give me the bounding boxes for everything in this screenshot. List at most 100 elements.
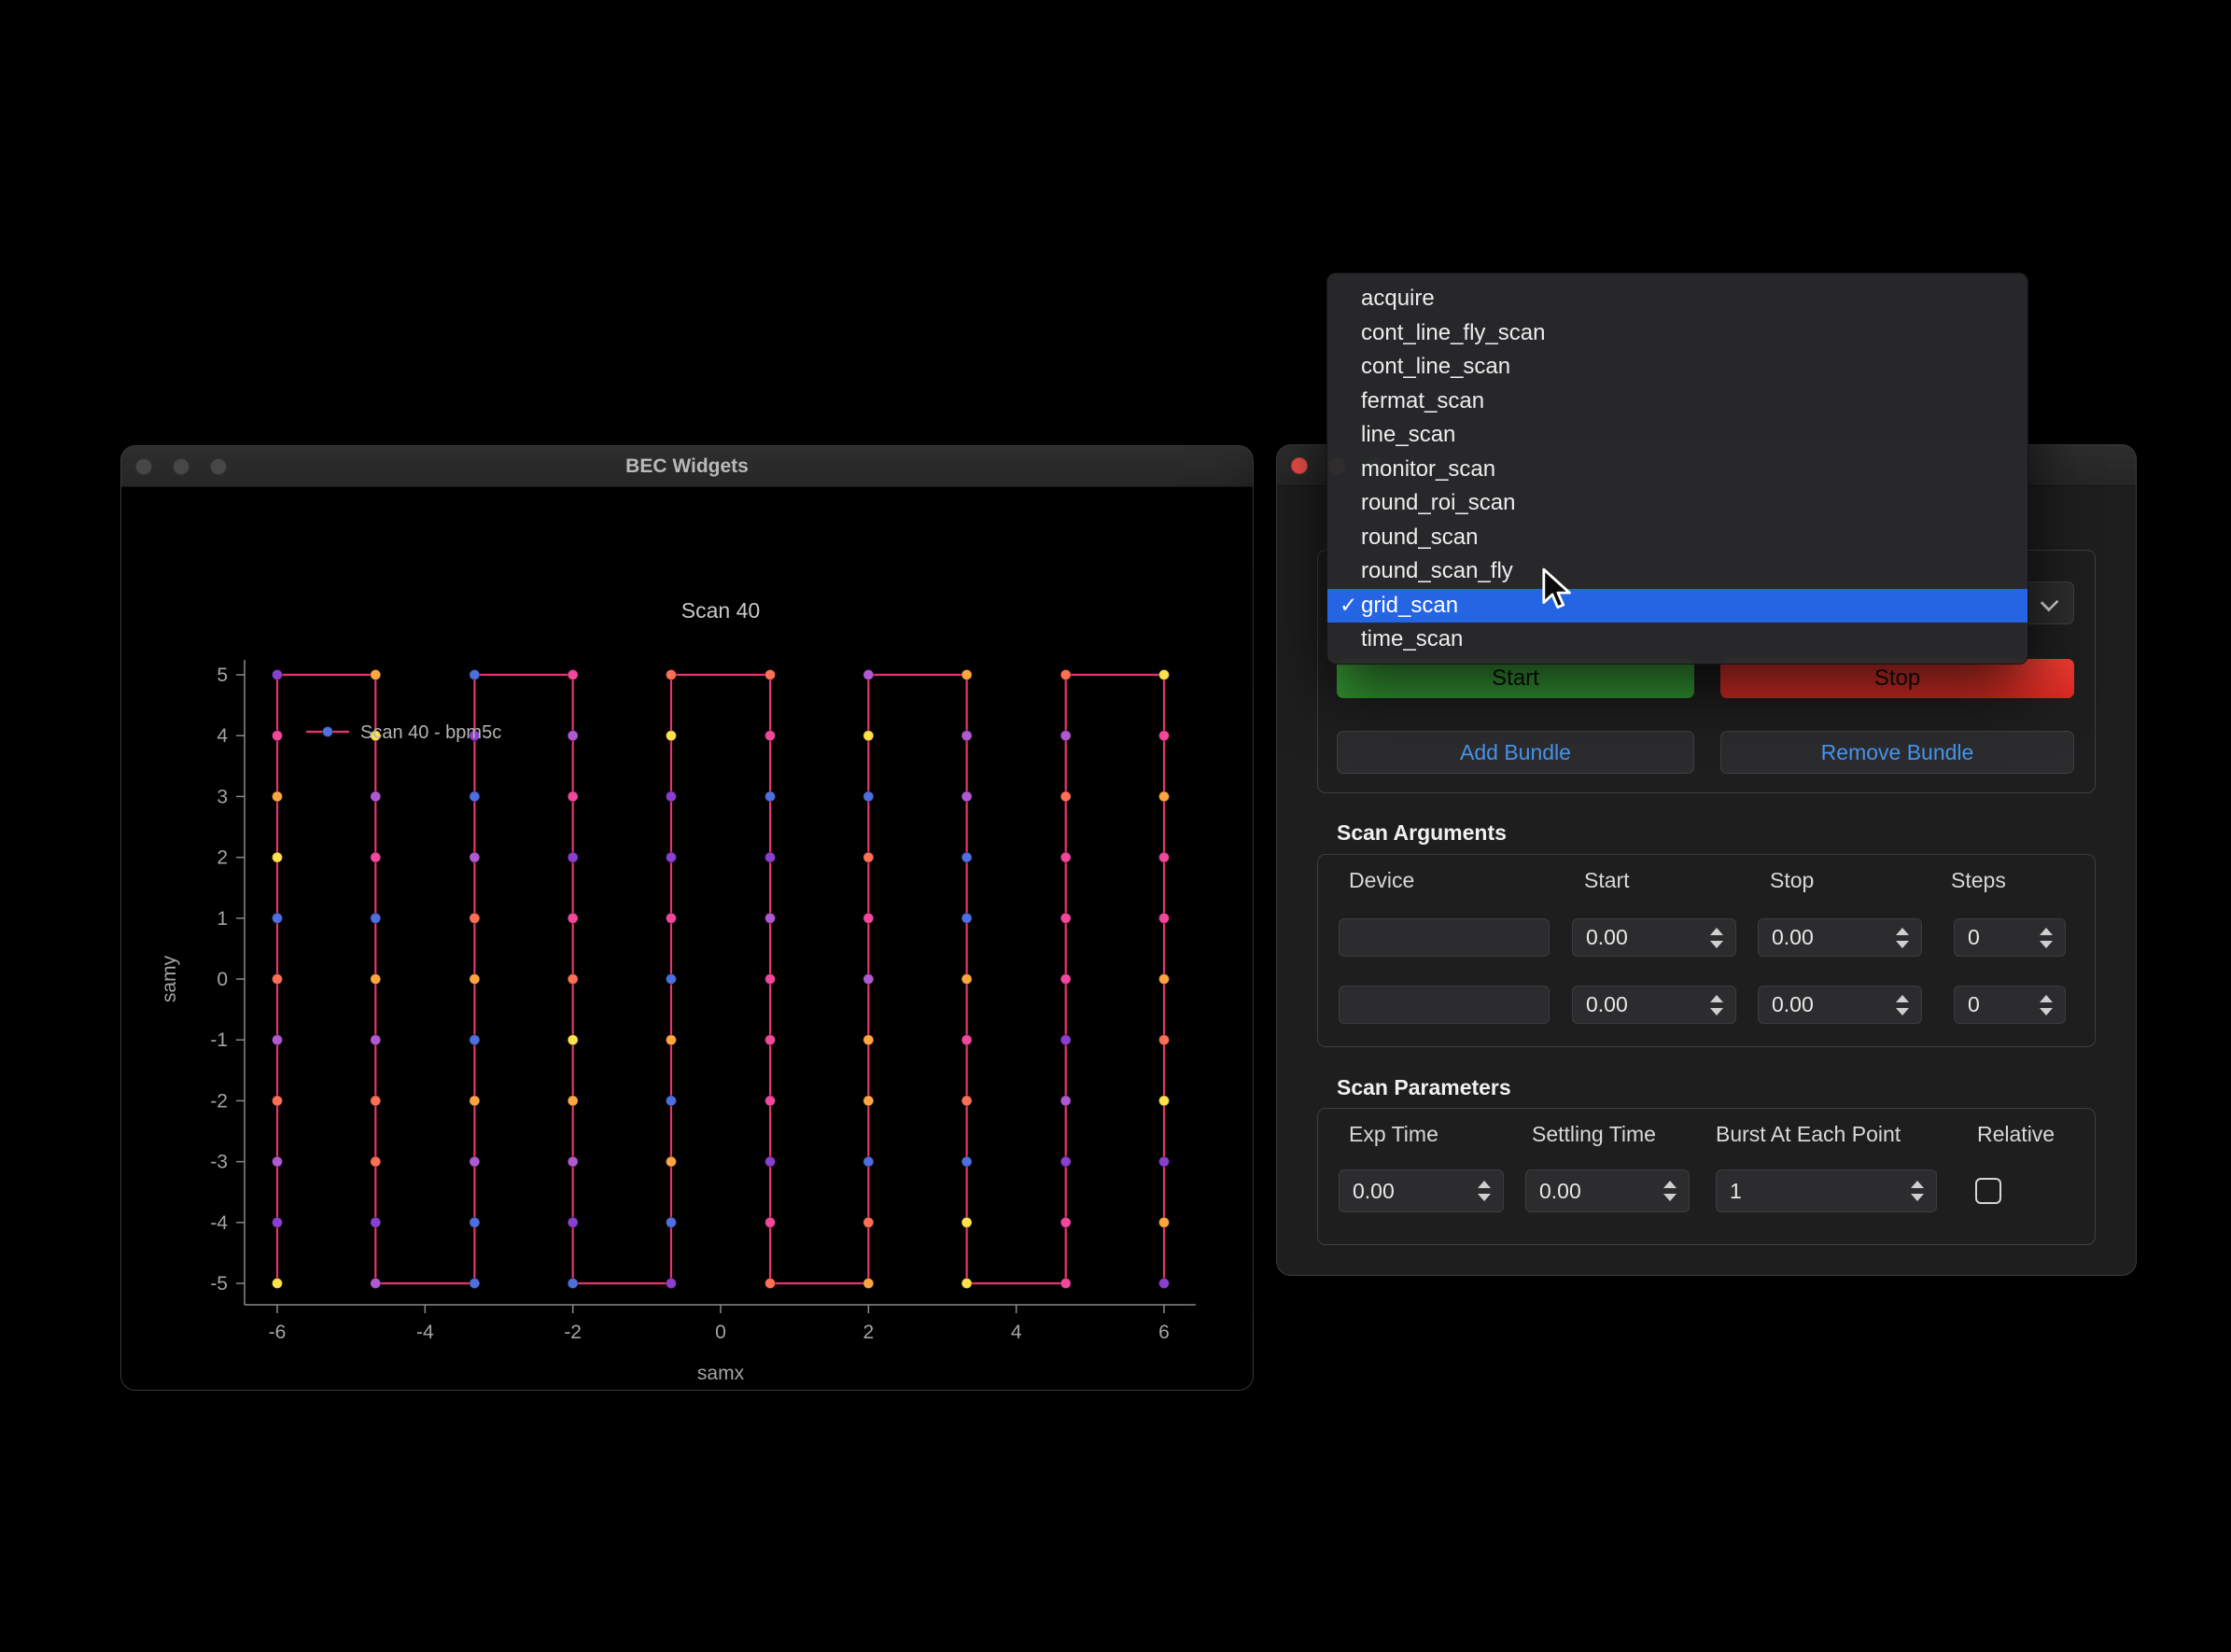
scan-plot[interactable]: 543210-1-2-3-4-5-6-4-20246Scan 40samxsam… [121,487,1253,1390]
header-exp-time: Exp Time [1349,1122,1438,1147]
menu-item-round_scan_fly[interactable]: round_scan_fly [1327,554,2028,589]
remove-bundle-label: Remove Bundle [1821,740,1974,765]
svg-text:0: 0 [715,1322,726,1343]
menu-item-label: cont_line_fly_scan [1361,320,1545,346]
close-button[interactable] [1291,457,1308,474]
settling-time-spinbox[interactable]: 0.00 [1525,1169,1690,1212]
spin-value: 0.00 [1759,925,1887,950]
steps-spinbox-row2[interactable]: 0 [1954,986,2066,1024]
spin-value: 1 [1717,1179,1902,1204]
svg-text:2: 2 [863,1322,874,1343]
close-button[interactable] [135,458,152,475]
menu-item-label: grid_scan [1361,593,1458,619]
spin-value: 0.00 [1526,1179,1655,1204]
svg-text:samy: samy [159,955,180,1002]
stop-spinbox-row1[interactable]: 0.00 [1758,918,1922,957]
menu-item-cont_line_fly_scan[interactable]: cont_line_fly_scan [1327,316,2028,351]
steps-spinbox-row1[interactable]: 0 [1954,918,2066,957]
add-bundle-button[interactable]: Add Bundle [1337,731,1694,774]
menu-item-round_roi_scan[interactable]: round_roi_scan [1327,486,2028,521]
menu-item-fermat_scan[interactable]: fermat_scan [1327,385,2028,419]
traffic-lights [121,446,227,487]
window-title: BEC Widgets [121,455,1253,478]
spinner-arrows-icon[interactable] [1702,928,1732,948]
zoom-button[interactable] [210,458,227,475]
menu-item-time_scan[interactable]: time_scan [1327,623,2028,657]
svg-text:6: 6 [1158,1322,1170,1343]
spinner-arrows-icon[interactable] [1469,1181,1499,1201]
menu-item-label: round_roi_scan [1361,490,1515,516]
spin-value: 0.00 [1340,1179,1469,1204]
menu-item-round_scan[interactable]: round_scan [1327,521,2028,555]
menu-item-label: cont_line_scan [1361,354,1510,380]
bec-widgets-window: BEC Widgets 543210-1-2-3-4-5-6-4-20246Sc… [120,445,1254,1391]
spinner-arrows-icon[interactable] [1655,1181,1685,1201]
svg-text:-2: -2 [210,1090,228,1112]
spin-value: 0.00 [1573,992,1702,1017]
scan-parameters-title: Scan Parameters [1337,1075,1511,1100]
svg-text:4: 4 [1011,1322,1022,1343]
menu-item-monitor_scan[interactable]: monitor_scan [1327,453,2028,487]
spinner-arrows-icon[interactable] [1887,928,1917,948]
svg-text:2: 2 [217,847,228,869]
svg-text:-2: -2 [564,1322,582,1343]
spinner-arrows-icon[interactable] [1902,1181,1932,1201]
start-button-label: Start [1492,665,1539,692]
left-titlebar: BEC Widgets [121,446,1253,487]
relative-checkbox[interactable] [1975,1178,2001,1204]
mouse-cursor-icon [1540,567,1576,610]
spinner-arrows-icon[interactable] [2031,928,2061,948]
svg-text:Scan 40 - bpm5c: Scan 40 - bpm5c [360,722,501,743]
svg-text:samx: samx [697,1363,745,1384]
start-button[interactable]: Start [1337,659,1694,698]
menu-item-label: fermat_scan [1361,388,1484,414]
stop-spinbox-row2[interactable]: 0.00 [1758,986,1922,1024]
spin-value: 0 [1955,925,2031,950]
spin-value: 0.00 [1573,925,1702,950]
header-burst-at-each-point: Burst At Each Point [1716,1122,1901,1147]
menu-item-grid_scan[interactable]: ✓grid_scan [1327,589,2028,623]
stop-button[interactable]: Stop [1720,659,2074,698]
svg-text:0: 0 [217,969,228,990]
svg-text:5: 5 [217,665,228,686]
menu-item-acquire[interactable]: acquire [1327,282,2028,316]
svg-text:Scan 40: Scan 40 [681,598,760,623]
menu-item-label: acquire [1361,286,1435,312]
device-input-row1[interactable] [1339,918,1550,957]
exp-time-spinbox[interactable]: 0.00 [1339,1169,1504,1212]
header-relative: Relative [1977,1122,2055,1147]
spinner-arrows-icon[interactable] [2031,995,2061,1015]
svg-text:4: 4 [217,725,228,747]
burst-spinbox[interactable]: 1 [1716,1169,1937,1212]
device-input-row2[interactable] [1339,986,1550,1024]
svg-text:-3: -3 [210,1152,228,1173]
remove-bundle-button[interactable]: Remove Bundle [1720,731,2074,774]
svg-text:-4: -4 [210,1212,228,1234]
menu-item-cont_line_scan[interactable]: cont_line_scan [1327,350,2028,385]
scan-arguments-title: Scan Arguments [1337,820,1507,846]
spinner-arrows-icon[interactable] [1887,995,1917,1015]
svg-text:-6: -6 [269,1322,287,1343]
menu-item-label: round_scan_fly [1361,558,1513,584]
start-spinbox-row1[interactable]: 0.00 [1572,918,1736,957]
svg-text:3: 3 [217,786,228,807]
spin-value: 0.00 [1759,992,1887,1017]
header-steps: Steps [1951,868,2006,893]
stop-button-label: Stop [1874,665,1920,692]
svg-text:1: 1 [217,908,228,930]
minimize-button[interactable] [173,458,189,475]
add-bundle-label: Add Bundle [1460,740,1571,765]
menu-item-label: monitor_scan [1361,456,1495,483]
chevron-down-icon [2041,594,2059,612]
header-settling-time: Settling Time [1532,1122,1656,1147]
menu-item-label: line_scan [1361,422,1455,448]
spin-value: 0 [1955,992,2031,1017]
spinner-arrows-icon[interactable] [1702,995,1732,1015]
start-spinbox-row2[interactable]: 0.00 [1572,986,1736,1024]
menu-item-line_scan[interactable]: line_scan [1327,418,2028,453]
menu-item-label: round_scan [1361,525,1478,551]
svg-text:-1: -1 [210,1029,228,1051]
plot-area: 543210-1-2-3-4-5-6-4-20246Scan 40samxsam… [121,487,1253,1390]
checkmark-icon: ✓ [1327,593,1361,618]
svg-text:-5: -5 [210,1273,228,1295]
